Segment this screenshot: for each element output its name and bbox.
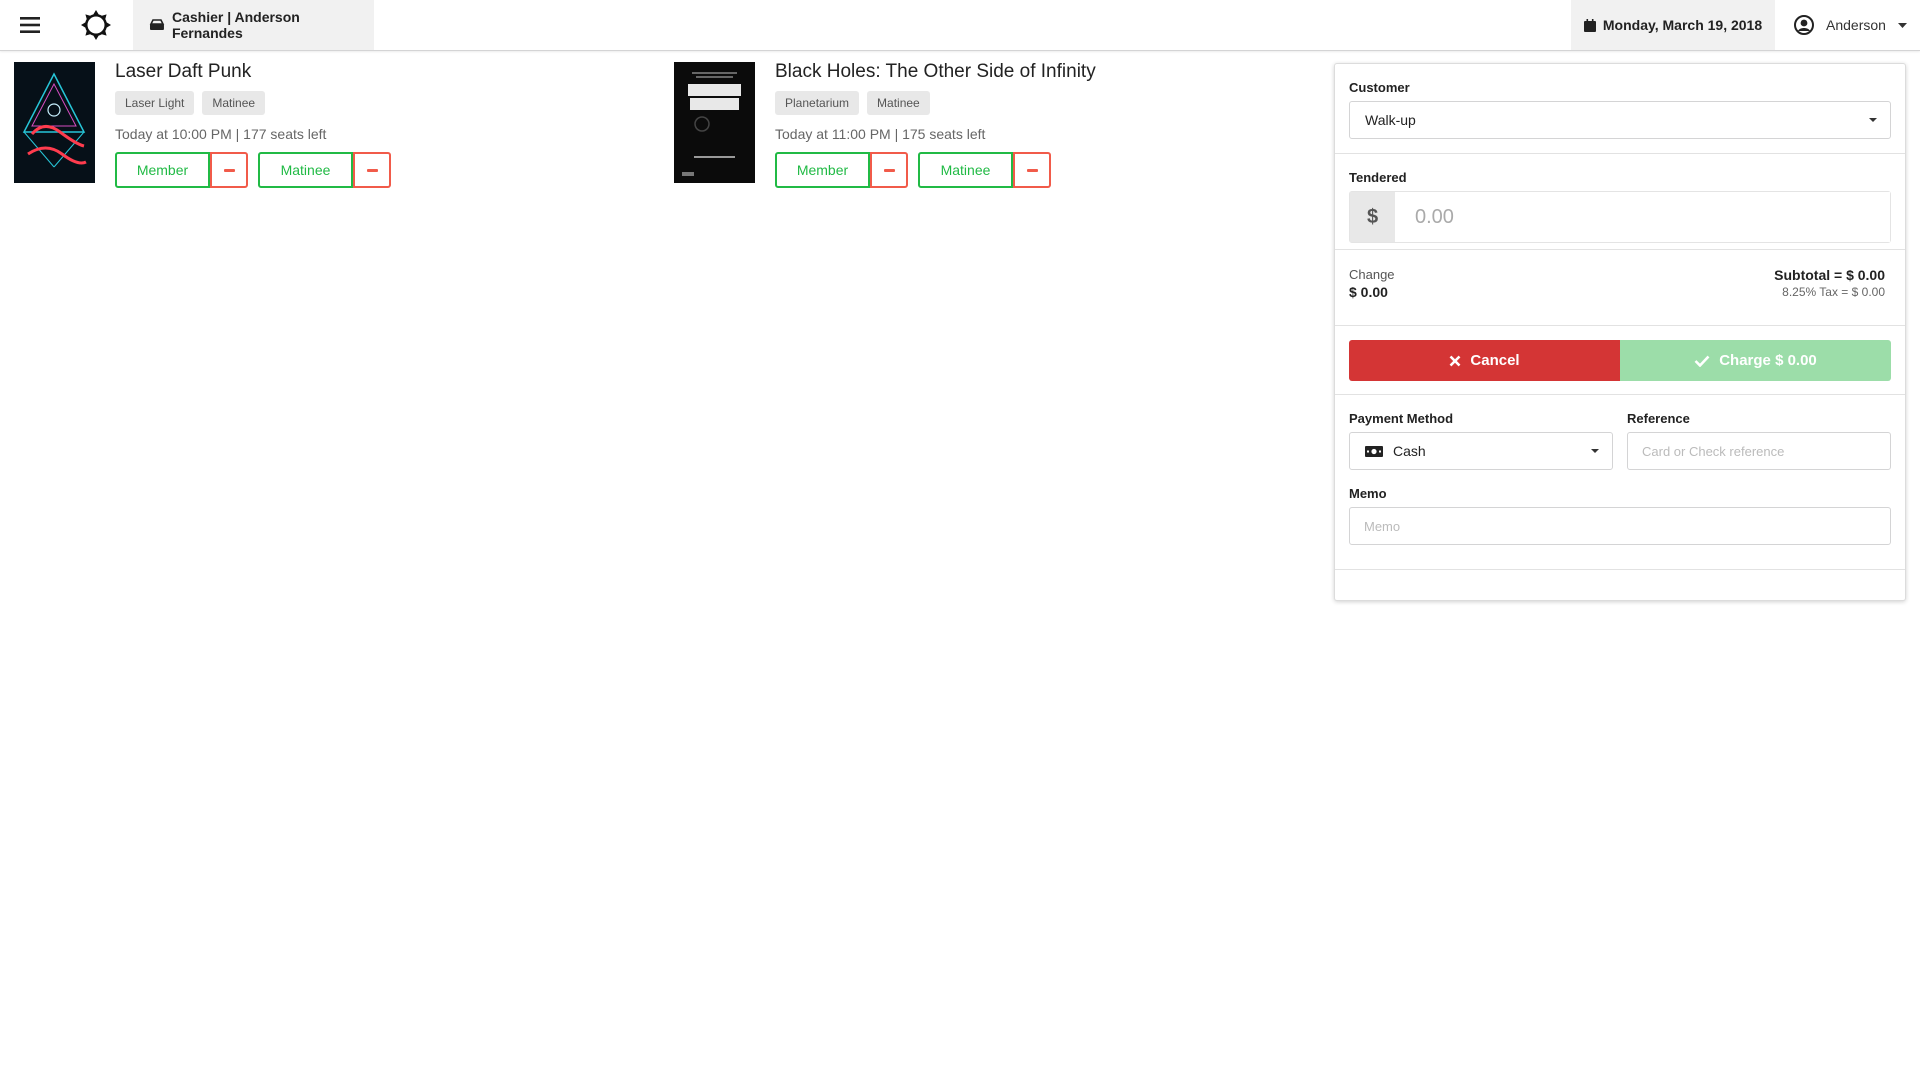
hamburger-icon [19,17,40,33]
add-matinee-ticket-button[interactable]: Matinee [258,152,353,188]
tax-value: 8.25% Tax = $ 0.00 [1782,285,1885,299]
memo-input[interactable] [1349,507,1891,545]
change-value: $ 0.00 [1349,284,1388,300]
add-member-ticket-button[interactable]: Member [775,152,870,188]
add-member-ticket-button[interactable]: Member [115,152,210,188]
event-info: Laser Daft Punk Laser Light Matinee Toda… [115,62,675,188]
event-card: Black Holes: The Other Side of Infinity … [674,62,1314,188]
tendered-input[interactable] [1395,192,1890,242]
event-tag: Matinee [202,91,266,115]
ticket-button-group: Matinee [258,152,391,188]
close-icon [1449,355,1461,366]
top-menu-bar: Cashier | Anderson Fernandes Monday, Mar… [0,0,1920,51]
add-matinee-ticket-button[interactable]: Matinee [918,152,1013,188]
memo-label: Memo [1349,486,1387,501]
gear-icon [81,10,111,40]
cashier-indicator[interactable]: Cashier | Anderson Fernandes [133,0,374,50]
cancel-label: Cancel [1470,352,1520,369]
tendered-input-group: $ [1349,191,1891,243]
tendered-section: Tendered $ [1335,154,1905,250]
event-title: Laser Daft Punk [115,61,252,82]
remove-matinee-ticket-button[interactable] [353,152,391,188]
reference-label: Reference [1627,411,1690,426]
chevron-down-icon [1897,22,1907,28]
user-avatar-icon [1794,15,1814,35]
payment-method-dropdown[interactable]: Cash [1349,432,1613,470]
minus-icon [883,168,895,172]
checkout-panel: Customer Walk-up Tendered $ Change $ 0.0… [1334,63,1906,601]
remove-matinee-ticket-button[interactable] [1013,152,1051,188]
cashier-label: Cashier | Anderson Fernandes [171,9,300,41]
ticket-button-group: Matinee [918,152,1051,188]
totals-section: Change $ 0.00 Subtotal = $ 0.00 8.25% Ta… [1335,250,1905,326]
checkmark-icon [1694,355,1710,367]
event-tag: Laser Light [115,91,195,115]
settings-button[interactable] [59,0,133,50]
ticket-button-group: Member [775,152,908,188]
money-bill-icon [1365,445,1383,457]
reference-input[interactable] [1627,432,1891,470]
event-title: Black Holes: The Other Side of Infinity [775,61,1096,82]
date-display[interactable]: Monday, March 19, 2018 [1571,0,1775,50]
date-label: Monday, March 19, 2018 [1602,17,1763,33]
payment-method-value: Cash [1393,443,1426,459]
minus-icon [1026,168,1038,172]
chevron-down-icon [1869,118,1877,122]
charge-button[interactable]: Charge $ 0.00 [1620,340,1891,381]
calendar-icon [1583,18,1596,32]
change-label: Change [1349,267,1395,282]
event-card: Laser Daft Punk Laser Light Matinee Toda… [14,62,654,188]
event-poster [674,62,755,183]
remove-member-ticket-button[interactable] [210,152,248,188]
payment-method-label: Payment Method [1349,411,1454,426]
event-time-seats: Today at 11:00 PM | 175 seats left [775,126,986,142]
event-info: Black Holes: The Other Side of Infinity … [775,62,1335,188]
currency-symbol: $ [1350,192,1395,242]
event-tag: Matinee [867,91,930,115]
chevron-down-icon [1591,449,1599,453]
customer-value: Walk-up [1365,112,1416,128]
register-icon [149,19,165,30]
remove-member-ticket-button[interactable] [870,152,908,188]
user-name: Anderson [1826,17,1886,33]
subtotal-value: Subtotal = $ 0.00 [1774,267,1885,283]
customer-label: Customer [1349,80,1410,95]
customer-section: Customer Walk-up [1335,64,1905,154]
cancel-button[interactable]: Cancel [1349,340,1620,381]
minus-icon [223,168,235,172]
tendered-label: Tendered [1349,170,1407,185]
customer-dropdown[interactable]: Walk-up [1349,101,1891,139]
actions-section: Cancel Charge $ 0.00 [1335,326,1905,395]
charge-label: Charge $ 0.00 [1719,352,1817,369]
hamburger-menu-button[interactable] [0,0,59,50]
event-time-seats: Today at 10:00 PM | 177 seats left [115,126,327,142]
payment-section: Payment Method Cash Reference Memo [1335,395,1905,570]
ticket-button-group: Member [115,152,248,188]
user-menu[interactable]: Anderson [1775,0,1920,50]
event-tag: Planetarium [775,91,860,115]
event-poster [14,62,95,183]
minus-icon [366,168,378,172]
